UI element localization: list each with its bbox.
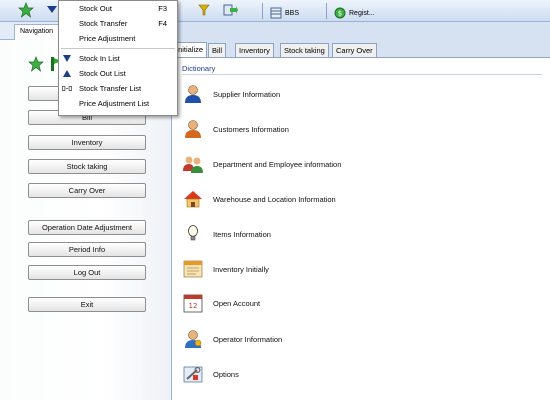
carry-over-button[interactable]: Carry Over bbox=[28, 183, 146, 198]
bbs-label: BBS bbox=[285, 9, 300, 17]
menu-item-label: Price Adjustment bbox=[79, 34, 136, 43]
group-divider bbox=[182, 74, 542, 75]
svg-text:12: 12 bbox=[189, 302, 198, 310]
items-information-item[interactable]: Items Information bbox=[182, 223, 271, 245]
item-label: Department and Employee information bbox=[213, 159, 342, 169]
menu-separator bbox=[61, 48, 175, 49]
item-label: Warehouse and Location Information bbox=[213, 194, 336, 204]
operator-icon bbox=[185, 330, 202, 348]
svg-text:$: $ bbox=[338, 10, 342, 18]
menu-item-label: Stock Transfer bbox=[79, 19, 128, 28]
item-label: Inventory Initially bbox=[213, 264, 269, 274]
bbs-button[interactable]: BBS bbox=[266, 5, 303, 21]
item-label: Supplier Information bbox=[213, 89, 281, 99]
menu-item-label: Stock Out List bbox=[79, 69, 126, 78]
menu-item-stock-in-list[interactable]: Stock In List bbox=[59, 51, 177, 66]
shortcut-label: F3 bbox=[158, 4, 167, 13]
funnel-icon[interactable] bbox=[196, 2, 212, 18]
person-orange-icon bbox=[185, 120, 201, 138]
menu-item-stock-transfer-list[interactable]: Stock Transfer List bbox=[59, 81, 177, 96]
options-item[interactable]: Options bbox=[182, 363, 239, 385]
register-icon: $ bbox=[334, 7, 346, 19]
grid-icon bbox=[270, 7, 282, 19]
tab-navigation[interactable]: Navigation bbox=[14, 24, 60, 40]
inventory-button[interactable]: Inventory bbox=[28, 135, 146, 150]
calendar-account-icon: 12 bbox=[183, 294, 203, 313]
item-label: Options bbox=[213, 369, 239, 379]
supplier-information-item[interactable]: Supplier Information bbox=[182, 83, 280, 105]
inventory-icon bbox=[183, 260, 203, 278]
menu-item-price-adjustment-list[interactable]: Price Adjustment List bbox=[59, 96, 177, 111]
initialize-panel: Dictionary Supplier Information Customer… bbox=[172, 57, 550, 400]
menu-item-stock-out[interactable]: Stock Out F3 bbox=[59, 1, 177, 16]
tab-inventory[interactable]: Inventory bbox=[235, 43, 274, 57]
tab-carry-over[interactable]: Carry Over bbox=[332, 43, 377, 57]
triangle-up-icon bbox=[63, 70, 71, 77]
triangle-down-icon bbox=[63, 55, 71, 62]
star-logo-icon bbox=[28, 56, 44, 72]
operator-information-item[interactable]: Operator Information bbox=[182, 328, 282, 350]
export-icon[interactable] bbox=[222, 2, 238, 18]
inventory-initially-item[interactable]: Inventory Initially bbox=[182, 258, 269, 280]
menu-item-stock-out-list[interactable]: Stock Out List bbox=[59, 66, 177, 81]
regist-label: Regist... bbox=[349, 9, 375, 17]
menu-item-label: Stock In List bbox=[79, 54, 120, 63]
shortcut-label: F4 bbox=[158, 19, 167, 28]
stock-taking-button[interactable]: Stock taking bbox=[28, 159, 146, 174]
department-employee-item[interactable]: Department and Employee information bbox=[182, 153, 341, 175]
stock-dropdown-menu: Stock Out F3 Stock Transfer F4 Price Adj… bbox=[58, 0, 178, 116]
menu-item-price-adjustment[interactable]: Price Adjustment bbox=[59, 31, 177, 46]
operation-date-adjustment-button[interactable]: Operation Date Adjustment bbox=[28, 220, 146, 235]
regist-button[interactable]: $ Regist... bbox=[330, 5, 379, 21]
open-account-item[interactable]: 12 Open Account bbox=[182, 292, 260, 314]
people-icon bbox=[183, 156, 203, 173]
warehouse-location-item[interactable]: Warehouse and Location Information bbox=[182, 188, 336, 210]
item-label: Operator Information bbox=[213, 334, 283, 344]
log-out-button[interactable]: Log Out bbox=[28, 265, 146, 280]
period-info-button[interactable]: Period Info bbox=[28, 242, 146, 257]
dictionary-group-title: Dictionary bbox=[182, 64, 216, 73]
star-icon[interactable] bbox=[18, 2, 34, 18]
item-label: Items Information bbox=[213, 229, 271, 239]
tab-stock-taking[interactable]: Stock taking bbox=[280, 43, 329, 57]
item-label: Customers Information bbox=[213, 124, 289, 134]
item-label: Open Account bbox=[213, 298, 261, 308]
person-blue-icon bbox=[185, 85, 201, 103]
lightbulb-icon bbox=[188, 225, 198, 241]
menu-item-label: Stock Transfer List bbox=[79, 84, 142, 93]
tools-icon bbox=[183, 366, 203, 383]
tab-bill[interactable]: Bill bbox=[208, 43, 227, 57]
menu-item-stock-transfer[interactable]: Stock Transfer F4 bbox=[59, 16, 177, 31]
toolbar-separator bbox=[262, 3, 263, 19]
menu-item-label: Stock Out bbox=[79, 4, 112, 13]
main-tabstrip: Initialize Bill Inventory Stock taking C… bbox=[172, 40, 550, 57]
menu-item-label: Price Adjustment List bbox=[79, 99, 150, 108]
toolbar-separator bbox=[326, 3, 327, 19]
house-icon bbox=[184, 191, 202, 208]
customers-information-item[interactable]: Customers Information bbox=[182, 118, 289, 140]
exit-button[interactable]: Exit bbox=[28, 297, 146, 312]
transfer-icon bbox=[62, 86, 72, 91]
